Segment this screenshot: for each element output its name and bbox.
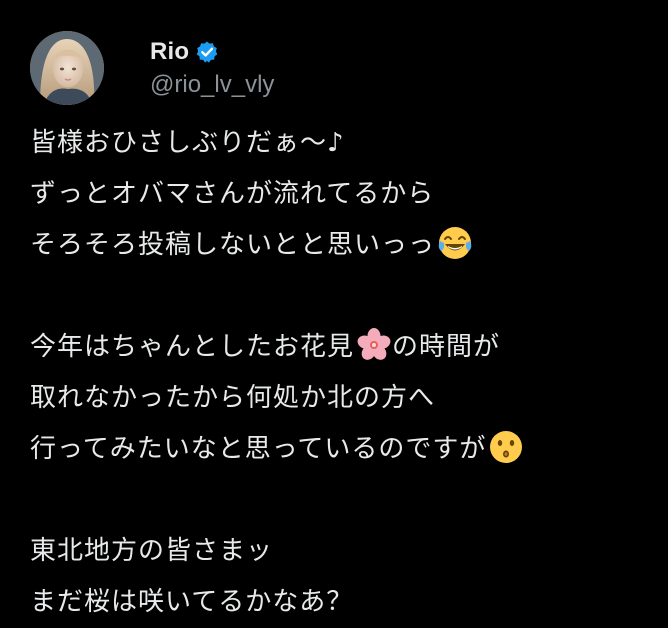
tweet-line: 東北地方の皆さまッ xyxy=(30,526,660,577)
user-handle[interactable]: @rio_lv_vly xyxy=(150,71,274,99)
tweet-line-text: 皆様おひさしぶりだぁ～♪ xyxy=(30,128,345,158)
tweet-line-text: 今年はちゃんとしたお花見 xyxy=(30,332,355,362)
tweet-header: Rio @rio_lv_vly xyxy=(30,28,274,108)
tweet-line: 今年はちゃんとしたお花見 の時間が xyxy=(30,322,660,373)
tweet-line-text: ずっとオバマさんが流れてるから xyxy=(30,179,435,209)
tweet-line: そろそろ投稿しないとと思いっっ xyxy=(30,220,660,271)
avatar[interactable] xyxy=(30,31,104,105)
verified-badge-icon xyxy=(195,40,219,64)
tweet-line: 行ってみたいなと思っているのですが xyxy=(30,424,660,475)
tweet-line: ずっとオバマさんが流れてるから xyxy=(30,169,660,220)
tweet: Rio @rio_lv_vly 皆様おひさしぶりだぁ～♪ ずっとオバマさんが流れ… xyxy=(0,0,668,617)
tweet-line: まだ桜は咲いてるかなあ？ xyxy=(30,577,660,628)
avatar-photo-icon xyxy=(30,31,104,105)
tweet-line-text: まだ桜は咲いてるかなあ？ xyxy=(30,587,354,617)
display-name[interactable]: Rio xyxy=(150,38,189,66)
name-row: Rio xyxy=(150,37,274,67)
tweet-line: 皆様おひさしぶりだぁ～♪ xyxy=(30,118,660,169)
tweet-line: 取れなかったから何処か北の方へ xyxy=(30,373,660,424)
tweet-line-text: 取れなかったから何処か北の方へ xyxy=(30,383,436,413)
face-with-tears-of-joy-icon xyxy=(437,225,473,261)
cherry-blossom-icon xyxy=(356,327,392,363)
tweet-line-text: 東北地方の皆さまッ xyxy=(30,536,274,566)
tweet-text: 皆様おひさしぶりだぁ～♪ ずっとオバマさんが流れてるから そろそろ投稿しないとと… xyxy=(30,118,660,628)
tweet-line-text: 行ってみたいなと思っているのですが xyxy=(30,434,487,464)
tweet-line-text: そろそろ投稿しないとと思いっっ xyxy=(30,230,436,260)
tweet-line-text: の時間が xyxy=(392,332,501,362)
author-names: Rio @rio_lv_vly xyxy=(150,37,274,99)
kissing-face-icon xyxy=(488,429,524,465)
